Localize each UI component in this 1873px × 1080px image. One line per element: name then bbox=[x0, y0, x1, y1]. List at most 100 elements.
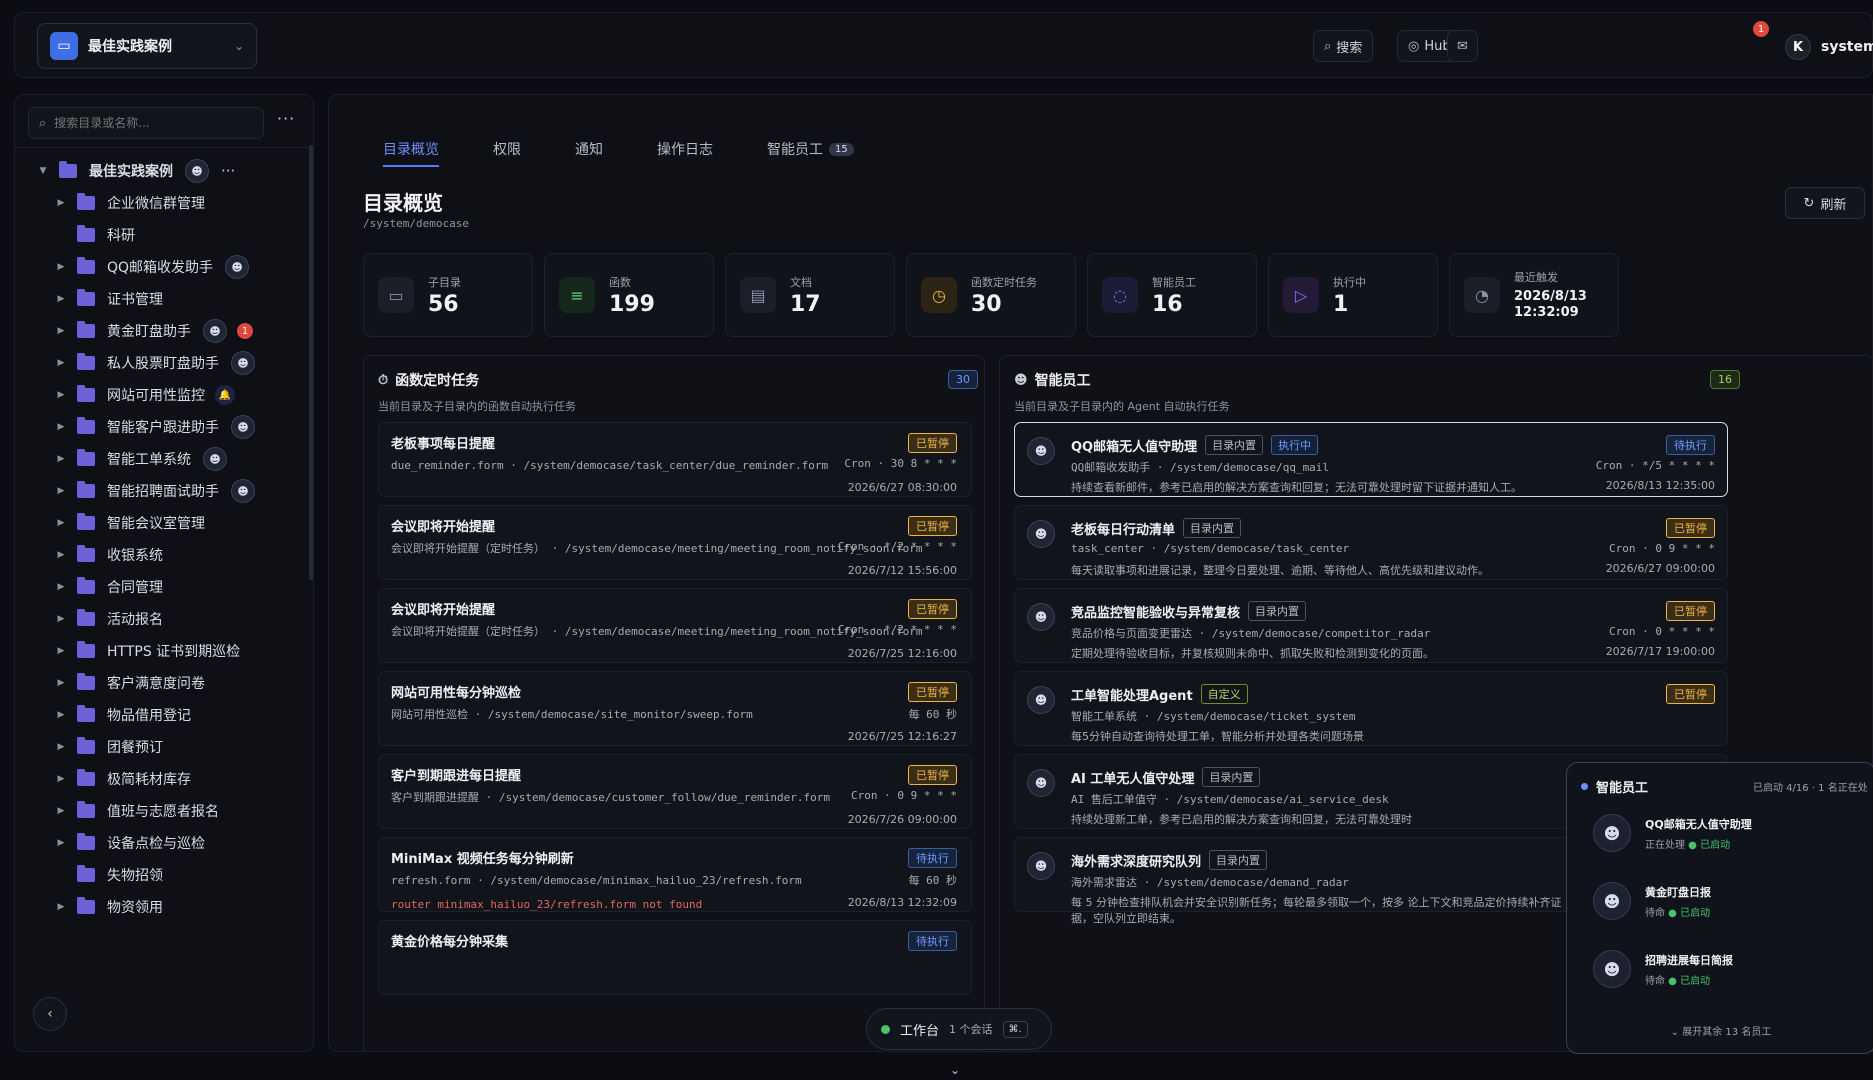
tree-item-label: 极简耗材库存 bbox=[107, 772, 191, 788]
tree-item[interactable]: ▶ HTTPS 证书到期巡检 bbox=[55, 635, 313, 667]
sliders-icon: ≡ bbox=[559, 277, 595, 313]
agent-description: 每 5 分钟检查排队机会并安全识别新任务；每轮最多领取一个，按多 论上下文和竞品… bbox=[1071, 896, 1562, 925]
popover-agent-item[interactable]: ☻ QQ邮箱无人值守助理 正在处理 ● 已启动 bbox=[1593, 807, 1853, 859]
collapse-sidebar-button[interactable]: ‹ bbox=[33, 997, 67, 1031]
search-button[interactable]: ⌕ 搜索 bbox=[1313, 30, 1374, 62]
agent-avatar-icon: ☻ bbox=[1027, 603, 1055, 631]
refresh-label: 刷新 bbox=[1820, 197, 1847, 213]
mail-button[interactable]: ✉ bbox=[1447, 30, 1478, 62]
timer-next-run: 2026/8/13 12:32:09 bbox=[847, 896, 957, 909]
tree-item[interactable]: ▶ 智能客户跟进助手 ☻ bbox=[55, 411, 313, 443]
tree-item[interactable]: ▶ 活动报名 bbox=[55, 603, 313, 635]
agent-next-run: 2026/6/27 09:00:00 bbox=[1605, 562, 1715, 575]
sidebar-search[interactable]: ⌕ bbox=[28, 107, 264, 139]
tab-agents[interactable]: 智能员工 15 bbox=[767, 139, 854, 167]
chevron-left-icon: ‹ bbox=[47, 1006, 53, 1022]
timer-path: refresh.form · /system/democase/minimax_… bbox=[391, 874, 802, 887]
tab-permissions[interactable]: 权限 bbox=[493, 139, 521, 167]
chevron-right-icon: ▶ bbox=[57, 742, 65, 752]
tree-item-label: 值班与志愿者报名 bbox=[107, 804, 219, 820]
agent-card[interactable]: ☻ QQ邮箱无人值守助理 目录内置 执行中 QQ邮箱收发助手 · /system/dem… bbox=[1014, 422, 1728, 497]
workspace-dock[interactable]: 工作台 1 个会话 ⌘. bbox=[866, 1008, 1052, 1050]
timer-card[interactable]: 客户到期跟进每日提醒 客户到期跟进提醒 · /system/democase/cu… bbox=[378, 754, 972, 829]
tree-item[interactable]: ▶ 黄金盯盘助手 ☻ 1 bbox=[55, 315, 313, 347]
document-icon: ▤ bbox=[740, 277, 776, 313]
tree-item-label: 黄金盯盘助手 bbox=[107, 324, 191, 340]
tree-item[interactable]: ▶ 值班与志愿者报名 bbox=[55, 795, 313, 827]
tree-item[interactable]: ▶ 设备点检与巡检 bbox=[55, 827, 313, 859]
agent-card[interactable]: ☻ 竞品监控智能验收与异常复核 目录内置 竞品价格与页面变更雷达 · /system/… bbox=[1014, 588, 1728, 663]
tree-item[interactable]: ▶ 企业微信群管理 bbox=[55, 187, 313, 219]
refresh-button[interactable]: ↻ 刷新 bbox=[1785, 187, 1865, 219]
stat-label: 智能员工 bbox=[1152, 275, 1196, 289]
stat-value: 199 bbox=[609, 291, 655, 317]
tree-item[interactable]: ▶ 客户满意度问卷 bbox=[55, 667, 313, 699]
timer-card[interactable]: 会议即将开始提醒 会议即将开始提醒（定时任务） · /system/democas… bbox=[378, 588, 972, 663]
popover-agent-item[interactable]: ☻ 招聘进展每日简报 待命 ● 已启动 bbox=[1593, 943, 1853, 995]
scrollbar[interactable] bbox=[309, 145, 313, 580]
tree-item[interactable]: ▶ 物品借用登记 bbox=[55, 699, 313, 731]
tree-item[interactable]: ▶ 物资领用 bbox=[55, 891, 313, 923]
sidebar-search-input[interactable] bbox=[54, 116, 235, 130]
agent-title-row: 工单智能处理Agent 自定义 bbox=[1071, 684, 1248, 704]
tree-item[interactable]: ▶ 网站可用性监控 🔔 bbox=[55, 379, 313, 411]
tree-item[interactable]: 科研 bbox=[55, 219, 313, 251]
tree-item[interactable]: ▶ 智能会议室管理 bbox=[55, 507, 313, 539]
popover-title: 智能员工 bbox=[1581, 777, 1648, 796]
user-menu[interactable]: K system ⌄ bbox=[1785, 30, 1873, 64]
tree-item[interactable]: ▶ 智能招聘面试助手 ☻ bbox=[55, 475, 313, 507]
compass-icon: ◎ bbox=[1408, 38, 1420, 54]
agent-title: QQ邮箱无人值守助理 bbox=[1071, 439, 1198, 455]
timer-card[interactable]: 网站可用性每分钟巡检 网站可用性巡检 · /system/democase/sit… bbox=[378, 671, 972, 746]
tab-label: 权限 bbox=[493, 142, 521, 158]
chat-icon: ◌ bbox=[1102, 277, 1138, 313]
popover-agent-item[interactable]: ☻ 黄金盯盘日报 待命 ● 已启动 bbox=[1593, 875, 1853, 927]
chevron-right-icon: ▶ bbox=[57, 550, 65, 560]
timer-panel-title: ⏱ 函数定时任务 bbox=[378, 370, 479, 390]
agent-title-row: AI 工单无人值守处理 目录内置 bbox=[1071, 767, 1261, 787]
tree-item[interactable]: 失物招领 bbox=[55, 859, 313, 891]
tab-notifications[interactable]: 通知 bbox=[575, 139, 603, 167]
timer-title: MiniMax 视频任务每分钟刷新 bbox=[391, 852, 574, 867]
tree-item[interactable]: ▶ 极简耗材库存 bbox=[55, 763, 313, 795]
timer-card[interactable]: 老板事项每日提醒 due_reminder.form · /system/demo… bbox=[378, 422, 972, 497]
tree-root[interactable]: ▼ 最佳实践案例 ☻ ··· bbox=[37, 155, 313, 187]
timer-next-run: 2026/7/26 09:00:00 bbox=[847, 813, 957, 826]
agent-avatar-icon: ☻ bbox=[1593, 814, 1631, 852]
tree-item[interactable]: ▶ 私人股票盯盘助手 ☻ bbox=[55, 347, 313, 379]
agent-icon: ☻ bbox=[225, 255, 250, 279]
tree-item[interactable]: ▶ 智能工单系统 ☻ bbox=[55, 443, 313, 475]
tree-item[interactable]: ▶ 团餐预订 bbox=[55, 731, 313, 763]
timer-card[interactable]: 黄金价格每分钟采集 待执行 bbox=[378, 920, 972, 995]
expand-more-button[interactable]: ⌄ 展开其余 13 名员工 bbox=[1567, 1023, 1873, 1038]
tree-item[interactable]: ▶ 合同管理 bbox=[55, 571, 313, 603]
timer-card[interactable]: MiniMax 视频任务每分钟刷新 refresh.form · /system/… bbox=[378, 837, 972, 912]
folder-icon bbox=[59, 161, 77, 178]
more-icon[interactable]: ··· bbox=[277, 109, 295, 128]
tree-item-label: 智能招聘面试助手 bbox=[107, 484, 219, 500]
folder-icon bbox=[77, 385, 95, 402]
folder-icon bbox=[77, 865, 95, 882]
tree-item[interactable]: ▶ 收银系统 bbox=[55, 539, 313, 571]
more-icon[interactable]: ··· bbox=[221, 162, 235, 180]
chevron-down-icon[interactable]: ⌄ bbox=[950, 1063, 960, 1077]
top-bar: ▭ 最佳实践案例 ⌄ ⌕ 搜索 ◎ Hub ✉ 1 K system ⌄ bbox=[14, 12, 1873, 78]
agent-path: 智能工单系统 · /system/democase/ticket_system bbox=[1071, 710, 1356, 723]
project-selector[interactable]: ▭ 最佳实践案例 ⌄ bbox=[37, 23, 257, 69]
chevron-right-icon: ▶ bbox=[57, 646, 65, 656]
timer-card[interactable]: 会议即将开始提醒 会议即将开始提醒（定时任务） · /system/democas… bbox=[378, 505, 972, 580]
tree-item[interactable]: ▶ QQ邮箱收发助手 ☻ bbox=[55, 251, 313, 283]
tree-item[interactable]: ▶ 证书管理 bbox=[55, 283, 313, 315]
tab-bar: 目录概览 权限 通知 操作日志 智能员工 15 bbox=[383, 139, 908, 167]
tab-operation-log[interactable]: 操作日志 bbox=[657, 139, 713, 167]
user-name: system bbox=[1821, 39, 1873, 55]
agent-card[interactable]: ☻ 工单智能处理Agent 自定义 智能工单系统 · /system/democase… bbox=[1014, 671, 1728, 746]
folder-icon bbox=[77, 897, 95, 914]
agent-path: 海外需求雷达 · /system/democase/demand_radar bbox=[1071, 876, 1349, 889]
status-dot bbox=[881, 1024, 890, 1034]
tab-overview[interactable]: 目录概览 bbox=[383, 139, 439, 167]
agent-card[interactable]: ☻ 老板每日行动清单 目录内置 task_center · /system/democ… bbox=[1014, 505, 1728, 580]
status-badge: 已暂停 bbox=[908, 433, 957, 453]
chevron-right-icon: ▶ bbox=[57, 454, 65, 464]
agent-state-text: 待命 bbox=[1645, 975, 1665, 987]
